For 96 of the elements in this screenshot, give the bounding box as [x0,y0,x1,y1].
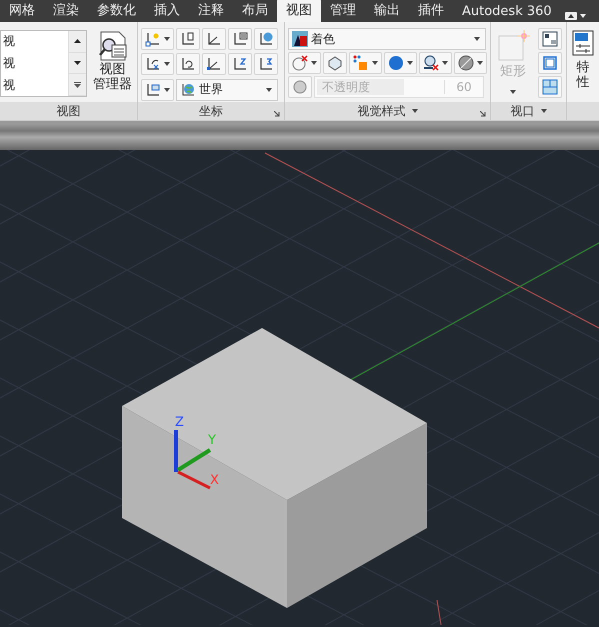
up-arrow-icon [74,39,81,44]
ribbon-tab[interactable]: 插入 [145,0,189,22]
wireframe-button[interactable] [288,52,321,74]
axes-icon [180,56,196,72]
axes-icon [145,56,161,72]
panel-title: 视觉样式 [285,102,490,120]
caret-icon [442,61,448,65]
scroll-down-button[interactable] [69,52,86,74]
viewport-icon [542,79,558,95]
panel-title: 坐标 [138,102,284,120]
ucs-3point-button[interactable] [254,53,278,76]
properties-icon [572,30,594,56]
named-ucs-button[interactable] [228,28,252,50]
ribbon-tab[interactable]: 布局 [233,0,277,22]
ribbon-tab[interactable]: 插件 [409,0,453,22]
panel-title: 视口 [491,102,566,120]
box-icon [327,55,343,71]
axes-icon [232,31,248,47]
caret-icon [407,61,413,65]
ucs-view-button[interactable] [176,28,200,50]
caret-icon [372,61,378,65]
caret-icon [412,109,418,113]
axis-label: Y [208,433,216,448]
ribbon-tab[interactable]: 视图 [277,0,321,22]
ucs-z-button[interactable] [228,53,252,76]
caret-icon [510,90,516,94]
panel-footer [567,102,599,120]
globe-icon [180,82,196,98]
sphere-icon [292,55,308,71]
view-list-item[interactable]: 视 [3,54,68,72]
shaded-shapes-icon [292,31,308,47]
ucs-face-button[interactable] [141,78,174,101]
xray-button[interactable] [323,52,347,74]
sphere-icon [458,55,474,71]
view-list-item[interactable]: 视 [3,76,68,94]
caret-icon [540,109,546,113]
face-style-button[interactable] [288,76,312,98]
down-arrow-icon [74,61,81,65]
caret-icon [164,37,170,41]
caret-icon [580,14,586,18]
ucs-previous-button[interactable] [176,53,200,76]
axes-icon [145,31,161,47]
caret-icon [311,61,317,65]
panel-title: 视图 [0,102,137,120]
view-list[interactable]: 视 视 视 [0,30,87,97]
ribbon-tab[interactable]: 输出 [365,0,409,22]
dialog-launcher-icon[interactable] [480,111,486,117]
ucs-button[interactable] [141,28,174,50]
material-button[interactable] [454,52,487,74]
layout-icon [542,31,558,47]
sphere-icon [388,55,404,71]
caret-icon [477,61,483,65]
named-viewports-button[interactable] [538,28,562,50]
sphere-icon [292,79,308,95]
ribbon-tab[interactable]: 网格 [0,0,44,22]
ucs-x-button[interactable] [202,53,226,76]
join-viewports-button[interactable] [538,76,562,98]
x-axis-line [436,600,442,625]
caret-icon [266,88,272,92]
lighting-button[interactable] [419,52,452,74]
magnifier-icon [423,55,439,71]
axes-icon [206,31,222,47]
viewport-icon [542,55,558,71]
ribbon-tab[interactable]: 参数化 [88,0,145,22]
properties-button[interactable]: 特性 [570,28,596,102]
clip-viewport-button[interactable] [538,52,562,74]
ucs-dropdown[interactable]: 世界 [176,78,278,101]
ucs-origin-button[interactable] [141,53,174,76]
color-button[interactable] [384,52,417,74]
ribbon-tab[interactable]: 渲染 [44,0,88,22]
ucs-globe-button[interactable] [254,28,278,50]
view-manager-button[interactable]: 视图 管理器 [91,28,134,102]
ribbon-tab[interactable]: 管理 [321,0,365,22]
expand-list-button[interactable] [69,74,86,96]
axis-label: Z [175,415,184,430]
dialog-launcher-icon[interactable] [274,111,280,117]
ribbon-tab[interactable]: 注释 [189,0,233,22]
caret-icon [474,37,480,41]
ribbon-tab[interactable]: Autodesk 360 [453,2,561,22]
shadows-button[interactable] [349,52,382,74]
axes-icon [145,82,161,98]
axes-icon [258,31,274,47]
expand-icon [74,82,81,88]
caret-icon [164,62,170,66]
view-list-item[interactable]: 视 [3,33,68,50]
axis-label: X [210,473,219,488]
cube-icon [353,55,369,71]
axes-icon [206,56,222,72]
axes-icon [180,31,196,47]
visual-style-dropdown[interactable]: 着色 [288,28,486,50]
axes-icon [232,56,248,72]
scroll-up-button[interactable] [69,31,86,53]
axes-icon [258,56,274,72]
document-magnifier-icon [96,30,128,62]
caret-icon [164,88,170,92]
world-ucs-button[interactable] [202,28,226,50]
